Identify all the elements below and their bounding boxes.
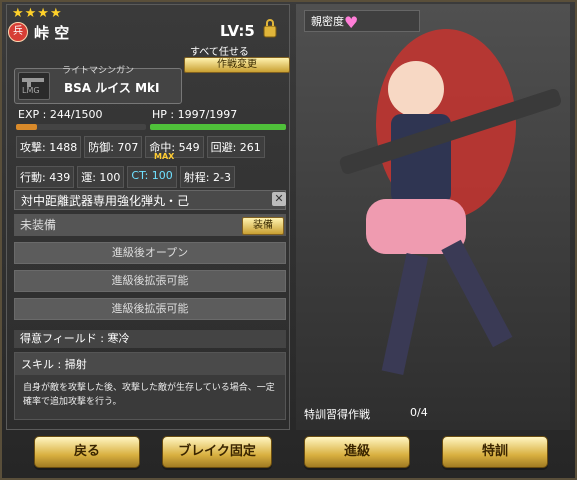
training-count: 0/4: [410, 406, 428, 419]
stat-defense: 防御: 707: [84, 136, 143, 158]
exp-bar-fill: [16, 124, 38, 130]
character-portrait: [339, 29, 562, 375]
weapon-icon-label: LMG: [22, 86, 40, 95]
exp-bar: [16, 124, 146, 130]
stat-attack: 攻撃: 1488: [16, 136, 82, 158]
promote-button[interactable]: 進級: [304, 436, 410, 468]
auto-label: すべて任せる: [190, 47, 249, 58]
stat-range: 射程: 2-3: [179, 166, 235, 188]
hp-label: HP : 1997/1997: [152, 108, 238, 121]
stat-luck: 運: 100: [77, 166, 125, 188]
skill-description: 自身が敵を攻撃した後、攻撃した敵が生存している場合、一定確率で追加攻撃を行う。: [23, 383, 275, 407]
rank-badge: 兵: [8, 22, 28, 42]
favorite-field: 得意フィールド : 寒冷: [14, 330, 286, 348]
exp-label: EXP : 244/1500: [18, 108, 103, 121]
weapon-name: BSA ルイス MkI: [64, 81, 160, 95]
break-lock-button[interactable]: ブレイク固定: [162, 436, 272, 468]
hp-bar: [150, 124, 286, 130]
slot-2: 進級後拡張可能: [14, 270, 286, 292]
character-name: 峠 空: [34, 24, 70, 42]
level-text: LV:5: [220, 22, 255, 40]
weapon-type: ライトマシンガン: [62, 66, 135, 76]
slot-3: 進級後拡張可能: [14, 298, 286, 320]
hp-bar-fill: [150, 124, 286, 130]
skill-box: スキル : 掃射 自身が敵を攻撃した後、攻撃した敵が生存している場合、一定確率で…: [14, 352, 286, 420]
affinity-label: 親密度: [304, 10, 420, 32]
close-icon[interactable]: ✕: [272, 192, 286, 206]
rarity-stars: ★★★★: [12, 6, 63, 21]
max-tag: MAX: [154, 152, 175, 161]
character-portrait-area: [296, 4, 570, 430]
training-button[interactable]: 特訓: [442, 436, 548, 468]
stat-action: 行動: 439: [16, 166, 75, 188]
stat-evasion: 回避: 261: [206, 136, 265, 158]
heart-icon: ♥: [344, 13, 359, 32]
equipment-header: 対中距離武器専用強化弾丸・己: [14, 190, 286, 210]
back-button[interactable]: 戻る: [34, 436, 140, 468]
equip-button[interactable]: 装備: [242, 217, 284, 235]
stats-grid: 攻撃: 1488 防御: 707 命中: 549 回避: 261 行動: 439…: [16, 136, 286, 196]
lock-icon[interactable]: [262, 18, 278, 38]
strategy-change-button[interactable]: 作戦変更: [184, 57, 290, 73]
stat-ct: CT: 100: [127, 166, 177, 188]
skill-title: スキル : 掃射: [15, 353, 285, 375]
slot-1: 進級後オープン: [14, 242, 286, 264]
